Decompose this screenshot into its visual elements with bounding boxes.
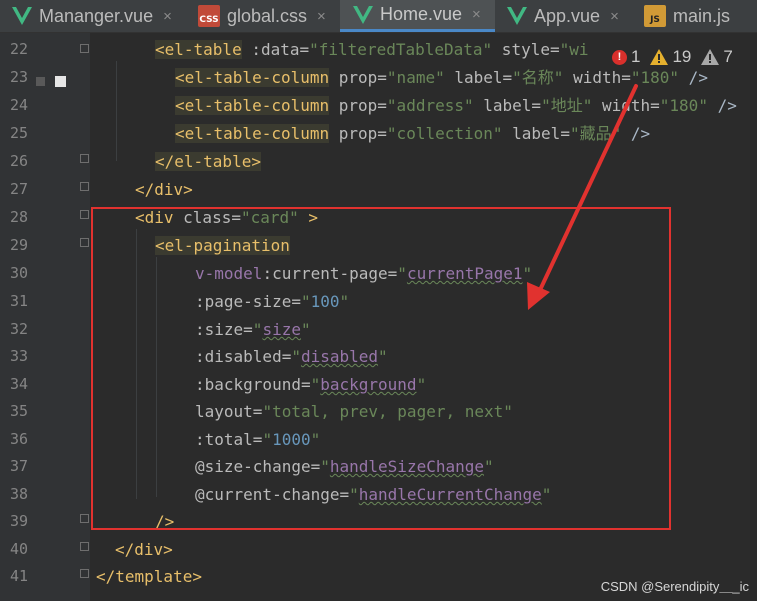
line-number: 31: [9, 292, 28, 310]
error-count[interactable]: ! 1: [612, 47, 640, 67]
line-number: 29: [9, 236, 28, 254]
line-number: 28: [9, 208, 28, 226]
tab-label: main.js: [673, 5, 731, 26]
code-line-25: <el-table-column prop="collection" label…: [175, 124, 651, 143]
watermark: CSDN @Serendipity＿_ic: [600, 579, 749, 594]
line-number: 30: [9, 264, 28, 282]
line-number: 24: [9, 96, 28, 114]
fold-marker-icon[interactable]: [80, 210, 89, 219]
line-number: 23: [9, 68, 28, 86]
weak-warning-icon: [701, 49, 720, 65]
error-icon: !: [612, 49, 627, 65]
tab-label: global.css: [227, 5, 308, 26]
fold-marker-icon[interactable]: [80, 238, 89, 247]
fold-marker-icon[interactable]: [80, 514, 89, 523]
line-number: 33: [9, 347, 28, 365]
fold-marker-icon[interactable]: [80, 154, 89, 163]
vue-icon: [12, 7, 32, 25]
line-number-gutter: 22 23 24 25 26 27 28 29 30 31 32 33 34 3…: [0, 33, 90, 601]
line-number: 25: [9, 124, 28, 142]
annotation-highlight-box: [91, 207, 671, 530]
tab-home-vue[interactable]: Home.vue ×: [340, 0, 495, 32]
close-icon[interactable]: ×: [317, 8, 326, 25]
tab-label: Home.vue: [380, 4, 463, 24]
tab-app-vue[interactable]: App.vue ×: [507, 0, 619, 32]
close-icon[interactable]: ×: [472, 6, 481, 23]
code-line-27: </div>: [135, 180, 193, 199]
code-line-24: <el-table-column prop="address" label="地…: [175, 96, 737, 115]
line-number: 27: [9, 180, 28, 198]
vue-icon: [353, 5, 373, 24]
line-number: 37: [9, 457, 28, 475]
line-number: 41: [9, 567, 28, 585]
warning-count-value: 19: [672, 47, 692, 66]
fold-marker-icon[interactable]: [80, 542, 89, 551]
tab-mananger-vue[interactable]: Mananger.vue ×: [12, 0, 172, 32]
code-line-41: </template>: [96, 567, 202, 586]
tab-main-js[interactable]: JS main.js: [644, 0, 730, 32]
warning-count[interactable]: 19: [650, 47, 691, 67]
fold-marker-icon[interactable]: [80, 569, 89, 578]
code-line-40: </div>: [115, 540, 173, 559]
close-icon[interactable]: ×: [163, 8, 172, 25]
breakpoint-marker[interactable]: [36, 77, 45, 86]
editor-tab-bar: Mananger.vue × CSS global.css × Home.vue…: [0, 0, 757, 33]
tab-global-css[interactable]: CSS global.css ×: [198, 0, 326, 32]
weak-warning-count-value: 7: [723, 47, 733, 66]
close-icon[interactable]: ×: [610, 8, 619, 25]
line-number: 36: [9, 430, 28, 448]
line-number: 26: [9, 152, 28, 170]
warning-icon: [650, 49, 669, 65]
line-number: 22: [9, 40, 28, 58]
fold-marker-icon[interactable]: [80, 44, 89, 53]
code-line-26: </el-table>: [155, 152, 261, 171]
css-icon: CSS: [198, 5, 220, 27]
bookmark-marker[interactable]: [55, 76, 66, 87]
error-count-value: 1: [631, 47, 641, 66]
fold-marker-icon[interactable]: [80, 182, 89, 191]
js-icon: JS: [644, 5, 666, 27]
code-line-22: <el-table :data="filteredTableData" styl…: [155, 40, 589, 59]
tab-label: App.vue: [534, 5, 601, 26]
line-number: 32: [9, 320, 28, 338]
line-number: 35: [9, 402, 28, 420]
line-number: 34: [9, 375, 28, 393]
vue-icon: [507, 7, 527, 25]
line-number: 40: [9, 540, 28, 558]
tab-label: Mananger.vue: [39, 5, 154, 26]
inspection-widget[interactable]: ! 1 19 7: [612, 44, 757, 70]
line-number: 38: [9, 485, 28, 503]
line-number: 39: [9, 512, 28, 530]
weak-warning-count[interactable]: 7: [701, 47, 733, 67]
